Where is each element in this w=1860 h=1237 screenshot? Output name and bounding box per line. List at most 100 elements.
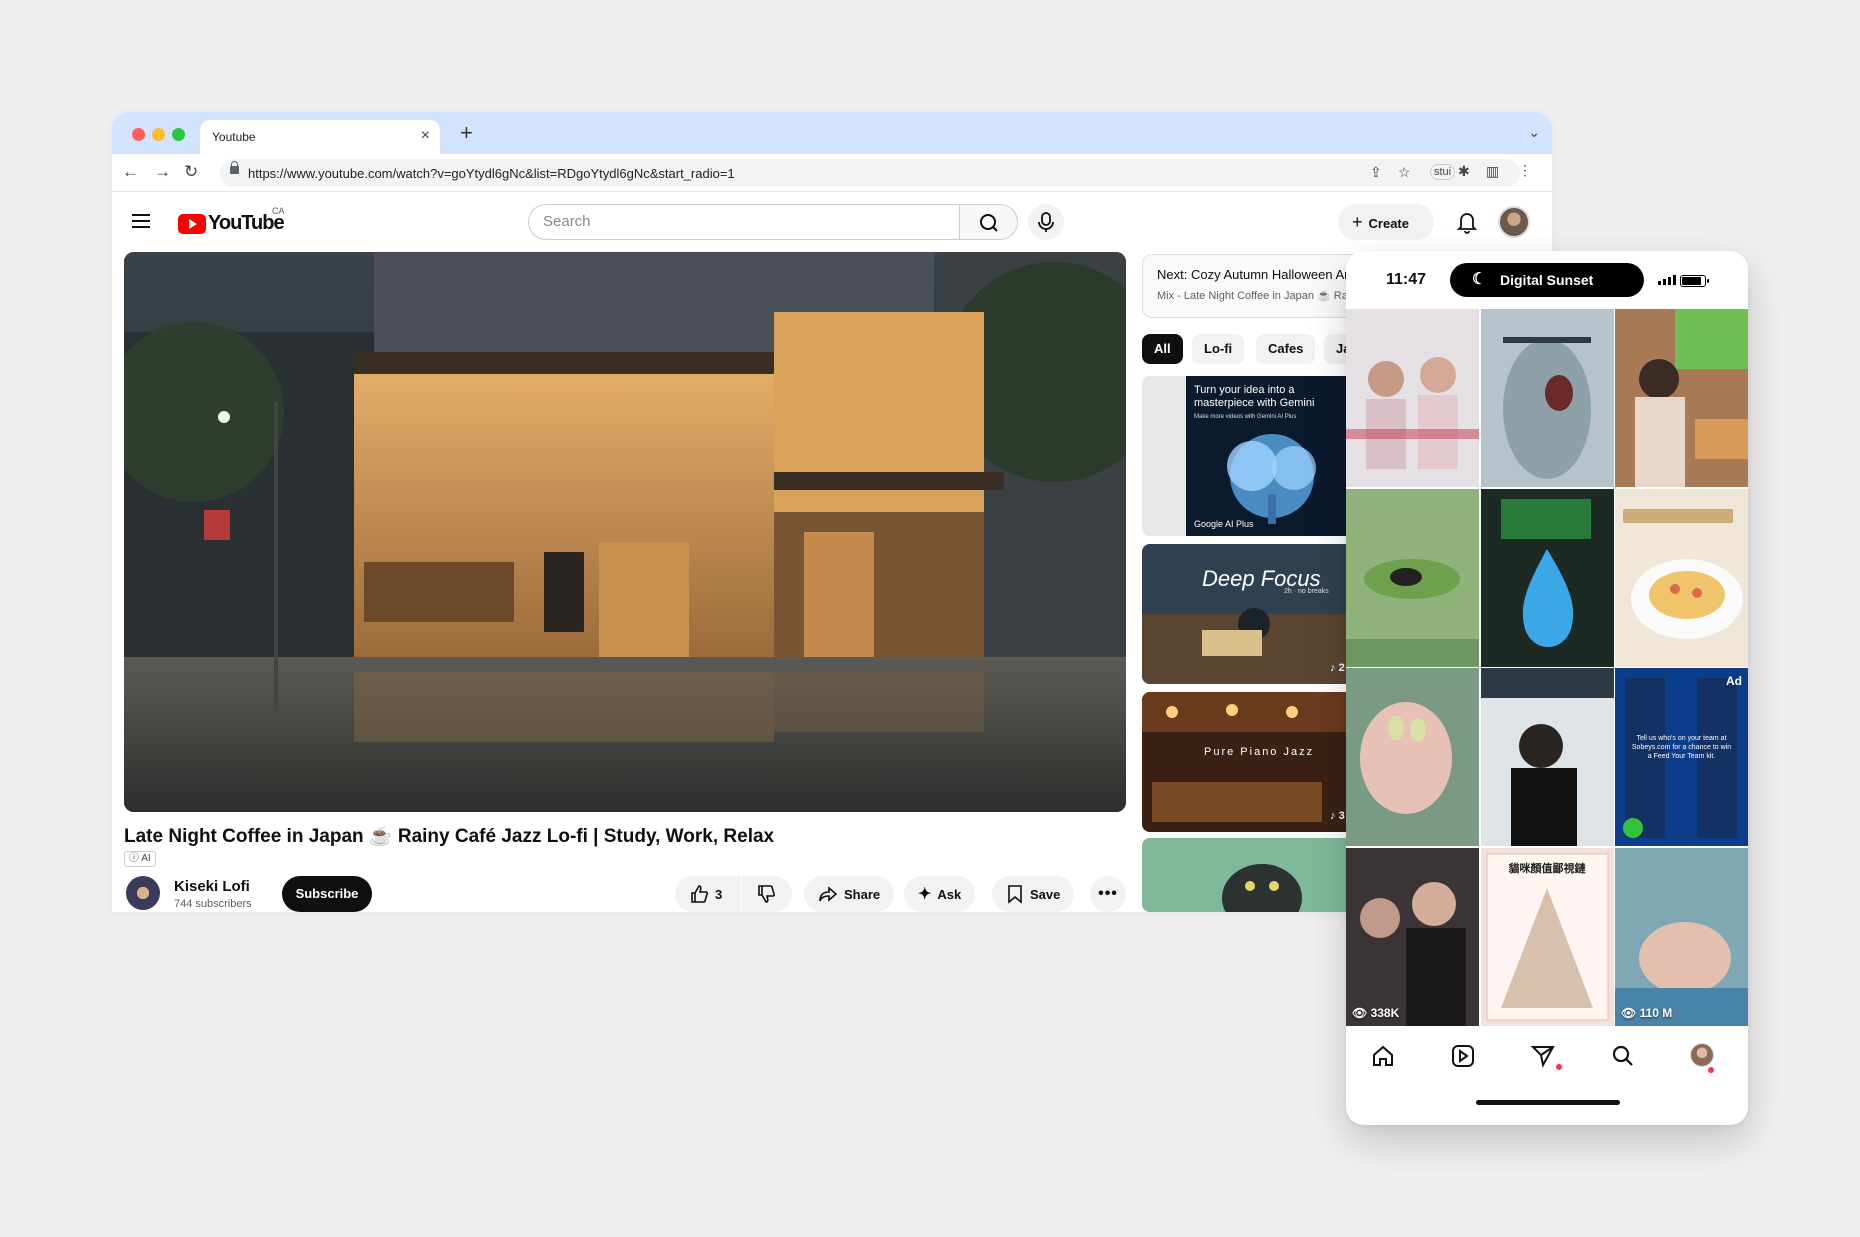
reload-icon[interactable]: ↻ [184,162,198,182]
search-icon[interactable] [1610,1043,1636,1069]
channel-name[interactable]: Kiseki Lofi [174,878,250,895]
reels-icon[interactable] [1450,1043,1476,1069]
grid-cell[interactable]: 👁 338K [1346,847,1479,1026]
share-button[interactable]: Share [804,876,895,912]
video-player[interactable] [124,252,1126,812]
lock-icon [230,161,239,174]
blue-drop-photo [1480,488,1614,667]
tab-strip: Youtube × + ⌄ [112,112,1552,154]
channel-avatar[interactable] [126,876,160,910]
focus-mode-pill[interactable]: ☾ Digital Sunset [1450,263,1644,297]
poster-title: 貓咪顏值鄙視鏈 [1508,862,1586,875]
side-panel-icon[interactable]: ▥ [1486,163,1499,180]
grid-cell[interactable]: 👁 110 M [1615,847,1748,1026]
chip-cafes[interactable]: Cafes [1256,334,1316,364]
maximize-window-button[interactable] [172,128,185,141]
grid-cell[interactable] [1346,668,1479,846]
share-page-icon[interactable]: ⇪ [1370,164,1382,181]
gym-photo [1480,668,1614,846]
messages-notification-dot [1556,1064,1562,1070]
home-icon[interactable] [1370,1043,1396,1069]
profile-avatar[interactable] [1690,1043,1714,1067]
view-count-value: 110 M [1639,1005,1673,1020]
two-friends-photo [1346,847,1479,1026]
account-avatar[interactable] [1498,206,1530,238]
extensions-puzzle-icon[interactable]: ✱ [1458,163,1470,180]
url-field[interactable]: https://www.youtube.com/watch?v=goYtydl6… [220,159,1520,187]
bookmark-icon [1008,885,1022,904]
minimize-window-button[interactable] [152,128,165,141]
voice-search-button[interactable] [1028,204,1064,240]
like-button[interactable]: 3 [675,876,741,912]
chevron-down-icon[interactable]: ⌄ [1528,124,1540,141]
save-label: Save [1030,886,1061,902]
ad-brand: Google AI Plus [1194,519,1254,529]
extension-badge[interactable]: stui [1430,164,1456,180]
grid-cell[interactable] [1480,488,1614,667]
two-girls-photo [1346,309,1479,487]
subscribe-button[interactable]: Subscribe [282,876,372,912]
green-closeup-photo [1346,488,1479,667]
youtube-header: YouTube CA Search + Create [112,192,1552,252]
youtube-logo[interactable]: YouTube [178,212,285,235]
browser-menu-icon[interactable]: ⋮ [1518,162,1532,179]
browser-window: Youtube × + ⌄ ← → ↻ https://www.youtube.… [112,112,1552,912]
bookmark-star-icon[interactable]: ☆ [1398,164,1411,181]
view-count: 👁 338K [1352,1005,1400,1020]
save-button[interactable]: Save [992,876,1075,912]
back-arrow-icon[interactable]: ← [122,162,139,182]
explore-grid: Ad Tell us who's on your team at Sobeys.… [1346,309,1748,1026]
grid-cell[interactable]: 貓咪顏值鄙視鏈 [1480,847,1614,1026]
grid-cell-ad[interactable]: Ad Tell us who's on your team at Sobeys.… [1615,668,1748,846]
create-label: Create [1368,216,1409,231]
chip-all[interactable]: All [1142,334,1183,364]
rec1-mix-count: 2 [1338,662,1345,674]
youtube-play-icon [178,213,206,234]
like-count: 3 [715,886,723,902]
menu-icon[interactable] [132,214,150,228]
url-text: https://www.youtube.com/watch?v=goYtydl6… [248,166,735,181]
sparkle-icon: ✦ [918,886,932,903]
grid-cell[interactable] [1615,309,1748,487]
rec2-mix-badge: ♪ 3 [1330,810,1345,822]
address-bar-row: ← → ↻ https://www.youtube.com/watch?v=go… [112,154,1552,192]
new-tab-icon[interactable]: + [460,120,473,146]
status-time: 11:47 [1386,271,1427,288]
chip-lofi[interactable]: Lo-fi [1192,334,1245,364]
thumbs-down-icon [758,885,775,903]
grid-cell[interactable] [1480,668,1614,846]
ask-label: Ask [937,886,962,902]
phone-tab-bar [1346,1031,1748,1081]
browser-tab[interactable]: Youtube × [200,120,440,154]
focus-mode-label: Digital Sunset [1500,272,1594,288]
ad-label: Ad [1726,674,1742,688]
send-icon[interactable] [1530,1043,1556,1069]
search-icon [980,214,998,232]
thumbs-up-icon [691,885,708,903]
grid-cell[interactable] [1346,488,1479,667]
video-frame-cafe-image [124,252,1126,812]
create-button[interactable]: + Create [1338,204,1434,240]
ai-badge-label: AI [141,853,151,864]
close-window-button[interactable] [132,128,145,141]
dislike-button[interactable] [742,876,792,912]
signal-icon [1658,275,1676,285]
search-input[interactable]: Search [528,204,960,240]
grid-cell[interactable] [1346,309,1479,487]
search-button[interactable] [960,204,1018,240]
close-tab-icon[interactable]: × [421,127,430,145]
forward-arrow-icon[interactable]: → [154,162,171,182]
dessert-photo [1615,488,1748,667]
rec2-title: Pure Piano Jazz [1204,746,1315,758]
grid-cell[interactable] [1615,488,1748,667]
notifications-bell-icon[interactable] [1456,210,1478,234]
video-title: Late Night Coffee in Japan ☕ Rainy Café … [124,826,775,847]
more-actions-button[interactable]: ••• [1090,876,1126,912]
rec1-subtitle: 2h · no breaks [1284,588,1329,595]
ask-button[interactable]: ✦ Ask [904,876,976,912]
view-count-value: 338K [1370,1005,1400,1020]
ad-title: Turn your idea into a masterpiece with G… [1194,384,1315,409]
view-count: 👁 110 M [1621,1005,1673,1020]
ad-subtitle: Make more videos with Gemini AI Plus [1194,414,1297,420]
grid-cell[interactable] [1480,309,1614,487]
